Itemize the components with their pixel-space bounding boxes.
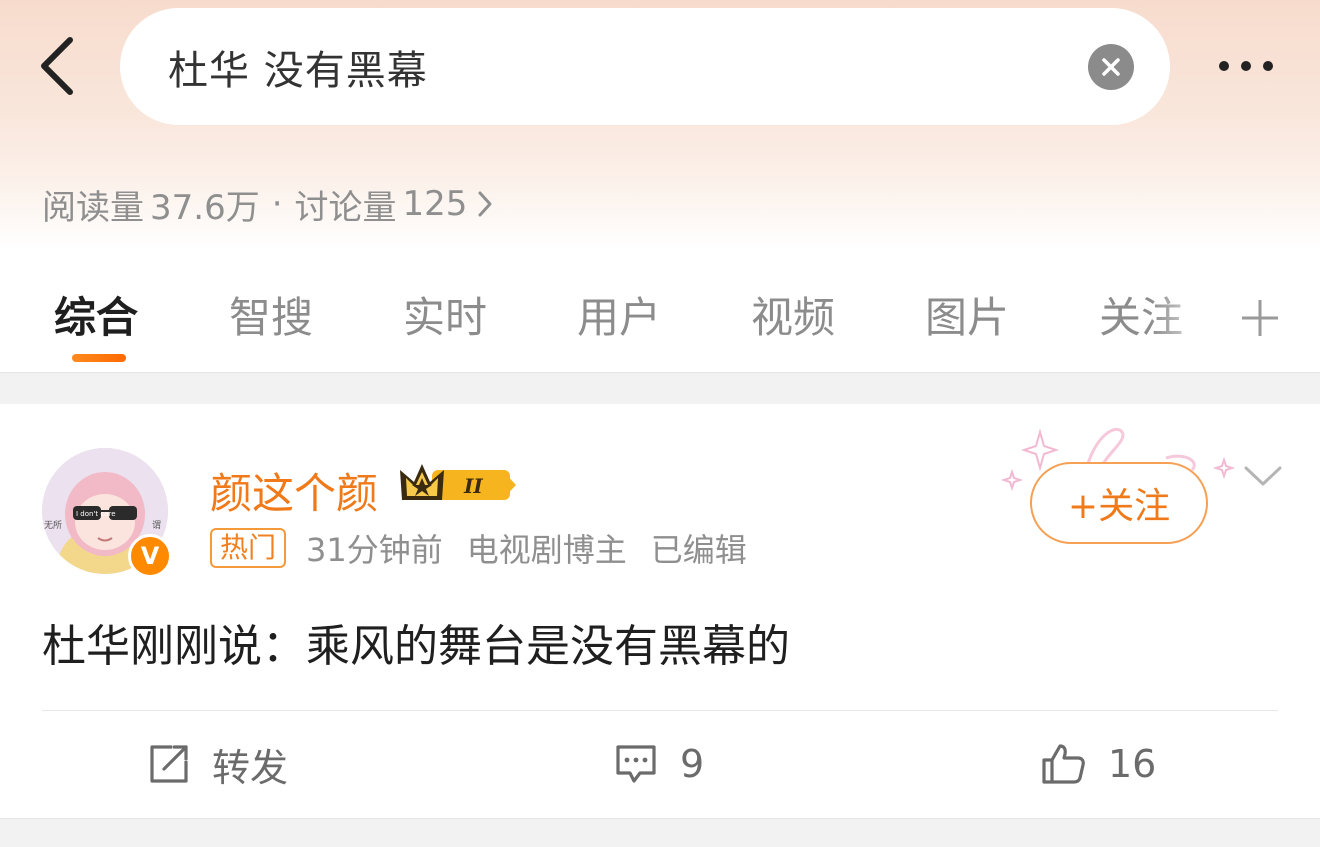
repost-label: 转发 [212,745,289,790]
tab-users[interactable]: 用户 [577,284,661,345]
thumbs-up-icon [1042,744,1085,784]
discuss-count-label: 讨论量 [294,187,397,228]
search-query-text[interactable]: 杜华 没有黑幕 [168,38,428,96]
post-content[interactable]: 杜华刚刚说：乘风的舞台是没有黑幕的 [42,610,790,674]
comment-icon [616,745,656,783]
tab-overflow-fade [1150,268,1240,368]
search-results-page: 杜华 没有黑幕 阅读量 37.6万 · 讨论量 125 综合 智搜 实时 用户 … [0,0,1320,847]
follow-button[interactable]: +关注 [1030,462,1208,544]
chevron-right-icon [478,191,492,217]
discuss-count-value: 125 [402,184,468,224]
verified-badge: V [128,534,172,578]
active-tab-indicator [72,354,126,362]
repost-button[interactable]: 转发 [148,732,288,796]
like-button[interactable]: 16 [1040,732,1156,796]
crown-vip-icon: II [400,464,516,500]
add-tab-button[interactable] [1236,290,1284,346]
search-input[interactable]: 杜华 没有黑幕 [120,8,1170,125]
more-options-button[interactable] [1206,40,1286,92]
tab-realtime[interactable]: 实时 [403,284,487,345]
vip-level-text: II [463,474,483,498]
edited-label: 已编辑 [650,531,747,569]
hot-tag: 热门 [210,528,287,568]
bottom-divider [0,818,1320,847]
tab-comprehensive[interactable]: 综合 [54,284,138,345]
search-header: 杜华 没有黑幕 阅读量 37.6万 · 讨论量 125 [0,0,1320,250]
comment-button[interactable]: 9 [614,732,704,796]
topic-stats[interactable]: 阅读量 37.6万 · 讨论量 125 [42,178,493,230]
chevron-down-icon [1244,466,1282,486]
like-count: 16 [1108,742,1157,786]
repost-icon [150,745,188,783]
clear-search-button[interactable] [1088,44,1134,90]
post-time: 31分钟前 [306,531,443,569]
avatar-left-text: 无所 [44,520,62,531]
post-username[interactable]: 颜这个颜 [210,460,378,521]
stats-separator: · [271,184,283,224]
result-tabs: 综合 智搜 实时 用户 视频 图片 关注 [0,268,1320,372]
chevron-left-icon [41,37,73,95]
read-count-value: 37.6万 [150,187,260,228]
more-dots-icon [1219,61,1229,71]
back-button[interactable] [28,30,84,102]
clear-circle-icon [1102,58,1120,76]
post-menu-button[interactable] [1240,456,1286,496]
tab-videos[interactable]: 视频 [751,284,835,345]
comment-count: 9 [680,742,705,786]
avatar-glasses-text: I don't care [76,510,116,518]
post-meta: 热门 31分钟前 电视剧博主 已编辑 [210,526,747,570]
read-count-label: 阅读量 [42,187,144,228]
tab-smart-search[interactable]: 智搜 [229,284,313,345]
section-divider [0,372,1320,404]
tab-images[interactable]: 图片 [925,284,1009,345]
post-card: I don't care 无所 谓 V 颜这个颜 II 热门 31分钟前 电视剧… [0,404,1320,818]
avatar-right-text: 谓 [152,520,161,531]
author-role: 电视剧博主 [466,531,627,569]
plus-icon [1242,300,1278,336]
post-divider [42,710,1278,711]
